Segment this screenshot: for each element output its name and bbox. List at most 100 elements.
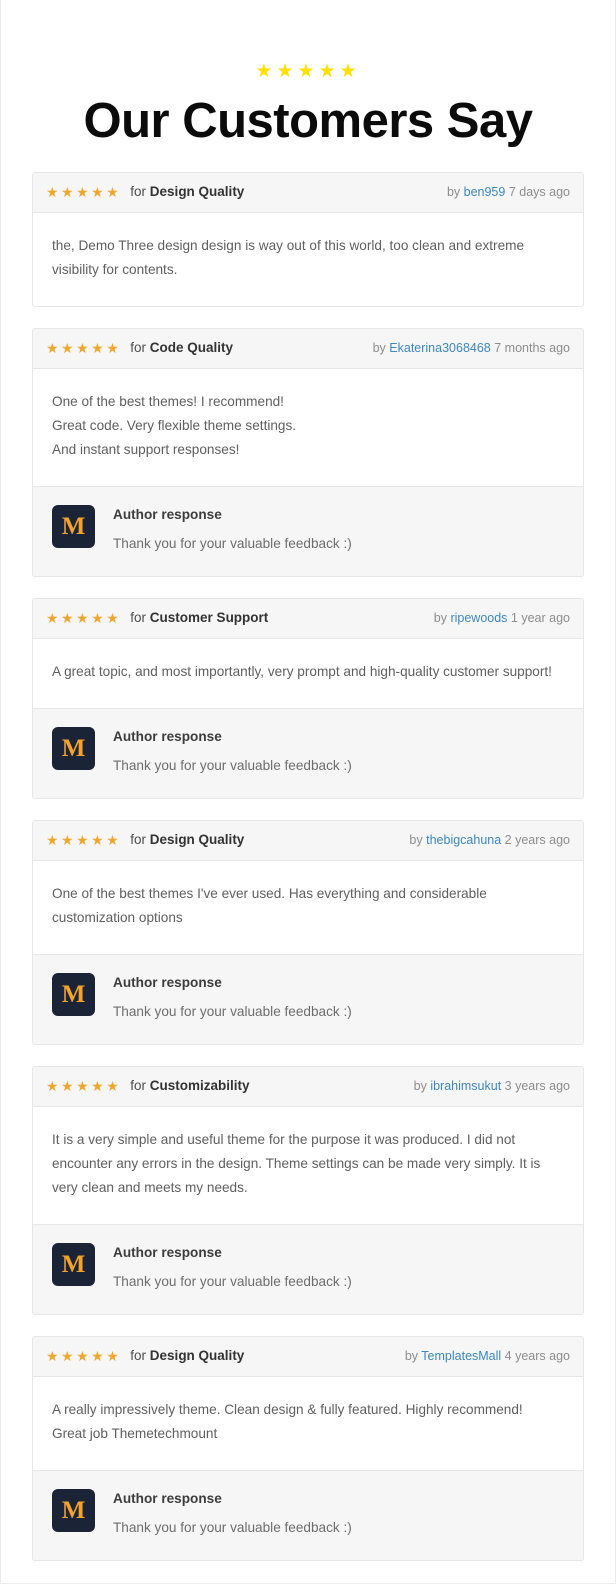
author-response-message: Thank you for your valuable feedback :) <box>113 1274 352 1289</box>
author-response-title: Author response <box>113 1245 222 1260</box>
by-word: by <box>413 1079 427 1093</box>
by-word: by <box>404 1349 419 1363</box>
reviewer-username-link[interactable]: ripewoods <box>450 611 507 625</box>
by-word: by <box>433 611 447 625</box>
reviewer-username-link[interactable]: TemplatesMall <box>421 1349 501 1363</box>
author-response-message: Thank you for your valuable feedback :) <box>113 536 352 551</box>
avatar-letter: M <box>61 1497 86 1524</box>
review-meta: by thebigcahuna 2 years ago <box>409 832 570 848</box>
author-response-message: Thank you for your valuable feedback :) <box>113 1520 352 1535</box>
reviewer-username-link[interactable]: ben959 <box>464 185 506 199</box>
review-body-line: the, Demo Three design design is way out… <box>52 238 525 277</box>
review-body-line: And instant support responses! <box>52 442 240 457</box>
review-criteria: Design Quality <box>149 832 245 847</box>
review-meta: by ripewoods 1 year ago <box>434 610 570 626</box>
author-response: M Author response Thank you for your valua… <box>33 708 583 798</box>
author-response-title: Author response <box>113 507 222 522</box>
review-body-line: One of the best themes! I recommend! <box>52 394 284 409</box>
author-response-text: Author response Thank you for your valuab… <box>113 1488 352 1538</box>
author-response-title: Author response <box>113 1491 222 1506</box>
for-word: for <box>130 610 147 625</box>
review-criteria-label: for Code Quality <box>130 340 233 356</box>
review-stars-icon: ★★★★★ <box>46 340 122 356</box>
by-word: by <box>372 341 386 355</box>
reviewer-username-link[interactable]: Ekaterina3068468 <box>389 341 490 355</box>
review-timestamp: 3 years ago <box>504 1079 570 1093</box>
review-stars-icon: ★★★★★ <box>46 1348 122 1364</box>
review-timestamp: 4 years ago <box>504 1349 570 1363</box>
for-word: for <box>130 184 147 199</box>
avatar-letter: M <box>61 513 86 540</box>
review-header: ★★★★★ for Code Quality by Ekaterina3068468… <box>33 329 583 369</box>
review-body-line: It is a very simple and useful theme for… <box>52 1132 541 1195</box>
author-avatar: M <box>52 727 95 770</box>
review-criteria-label: for Customizability <box>130 1078 249 1094</box>
reviewer-username-link[interactable]: thebigcahuna <box>426 833 501 847</box>
author-response: M Author response Thank you for your valua… <box>33 954 583 1044</box>
page-header: ★★★★★ Our Customers Say <box>1 0 615 150</box>
for-word: for <box>130 1078 147 1093</box>
review-body-line: Great code. Very flexible theme settings… <box>52 418 297 433</box>
for-word: for <box>130 832 147 847</box>
review-body: One of the best themes I've ever used. H… <box>33 861 583 954</box>
author-response-title: Author response <box>113 729 222 744</box>
author-response: M Author response Thank you for your valua… <box>33 1224 583 1314</box>
reviewer-username-link[interactable]: ibrahimsukut <box>430 1079 501 1093</box>
reviews-list: ★★★★★ for Design Quality by ben959 7 days … <box>1 172 615 1561</box>
avatar-letter: M <box>61 735 86 762</box>
author-avatar: M <box>52 505 95 548</box>
review-header: ★★★★★ for Design Quality by TemplatesMall … <box>33 1337 583 1377</box>
review-card: ★★★★★ for Design Quality by TemplatesMall … <box>32 1336 584 1561</box>
avatar-letter: M <box>61 981 86 1008</box>
review-criteria: Design Quality <box>149 1348 245 1363</box>
review-header: ★★★★★ for Customer Support by ripewoods 1 … <box>33 599 583 639</box>
review-meta: by ben959 7 days ago <box>447 184 570 200</box>
for-word: for <box>130 1348 147 1363</box>
for-word: for <box>130 340 147 355</box>
review-body: It is a very simple and useful theme for… <box>33 1107 583 1224</box>
review-criteria-label: for Design Quality <box>130 1348 244 1364</box>
review-card: ★★★★★ for Code Quality by Ekaterina3068468… <box>32 328 584 577</box>
author-response-text: Author response Thank you for your valuab… <box>113 726 352 776</box>
review-meta: by Ekaterina3068468 7 months ago <box>373 340 570 356</box>
author-avatar: M <box>52 973 95 1016</box>
author-avatar: M <box>52 1243 95 1286</box>
review-body-line: A great topic, and most importantly, ver… <box>52 664 552 679</box>
author-response: M Author response Thank you for your valua… <box>33 1470 583 1560</box>
review-criteria-label: for Design Quality <box>130 184 244 200</box>
review-rating-group: ★★★★★ for Design Quality <box>46 832 244 848</box>
review-criteria: Customizability <box>149 1078 250 1093</box>
review-header: ★★★★★ for Design Quality by ben959 7 days … <box>33 173 583 213</box>
author-response: M Author response Thank you for your valua… <box>33 486 583 576</box>
avatar-letter: M <box>61 1251 86 1278</box>
review-stars-icon: ★★★★★ <box>46 1078 122 1094</box>
review-body-line: Great job Themetechmount <box>52 1426 218 1441</box>
review-header: ★★★★★ for Customizability by ibrahimsukut … <box>33 1067 583 1107</box>
testimonials-page: ★★★★★ Our Customers Say ★★★★★ for Design … <box>0 0 616 1584</box>
review-body: the, Demo Three design design is way out… <box>33 213 583 306</box>
author-response-message: Thank you for your valuable feedback :) <box>113 758 352 773</box>
review-header: ★★★★★ for Design Quality by thebigcahuna 2… <box>33 821 583 861</box>
author-response-text: Author response Thank you for your valuab… <box>113 1242 352 1292</box>
review-rating-group: ★★★★★ for Design Quality <box>46 184 244 200</box>
author-response-message: Thank you for your valuable feedback :) <box>113 1004 352 1019</box>
review-stars-icon: ★★★★★ <box>46 610 122 626</box>
author-response-text: Author response Thank you for your valuab… <box>113 504 352 554</box>
author-response-title: Author response <box>113 975 222 990</box>
review-rating-group: ★★★★★ for Design Quality <box>46 1348 244 1364</box>
header-rating-stars: ★★★★★ <box>255 61 361 82</box>
by-word: by <box>409 833 423 847</box>
review-body: One of the best themes! I recommend! Grea… <box>33 369 583 486</box>
review-rating-group: ★★★★★ for Code Quality <box>46 340 233 356</box>
author-avatar: M <box>52 1489 95 1532</box>
review-meta: by TemplatesMall 4 years ago <box>405 1348 570 1364</box>
review-stars-icon: ★★★★★ <box>46 832 122 848</box>
review-criteria: Design Quality <box>149 184 245 199</box>
review-timestamp: 7 days ago <box>508 185 570 199</box>
review-criteria-label: for Design Quality <box>130 832 244 848</box>
review-card: ★★★★★ for Design Quality by ben959 7 days … <box>32 172 584 307</box>
review-meta: by ibrahimsukut 3 years ago <box>414 1078 570 1094</box>
review-rating-group: ★★★★★ for Customer Support <box>46 610 268 626</box>
review-timestamp: 2 years ago <box>504 833 570 847</box>
review-card: ★★★★★ for Customer Support by ripewoods 1 … <box>32 598 584 799</box>
